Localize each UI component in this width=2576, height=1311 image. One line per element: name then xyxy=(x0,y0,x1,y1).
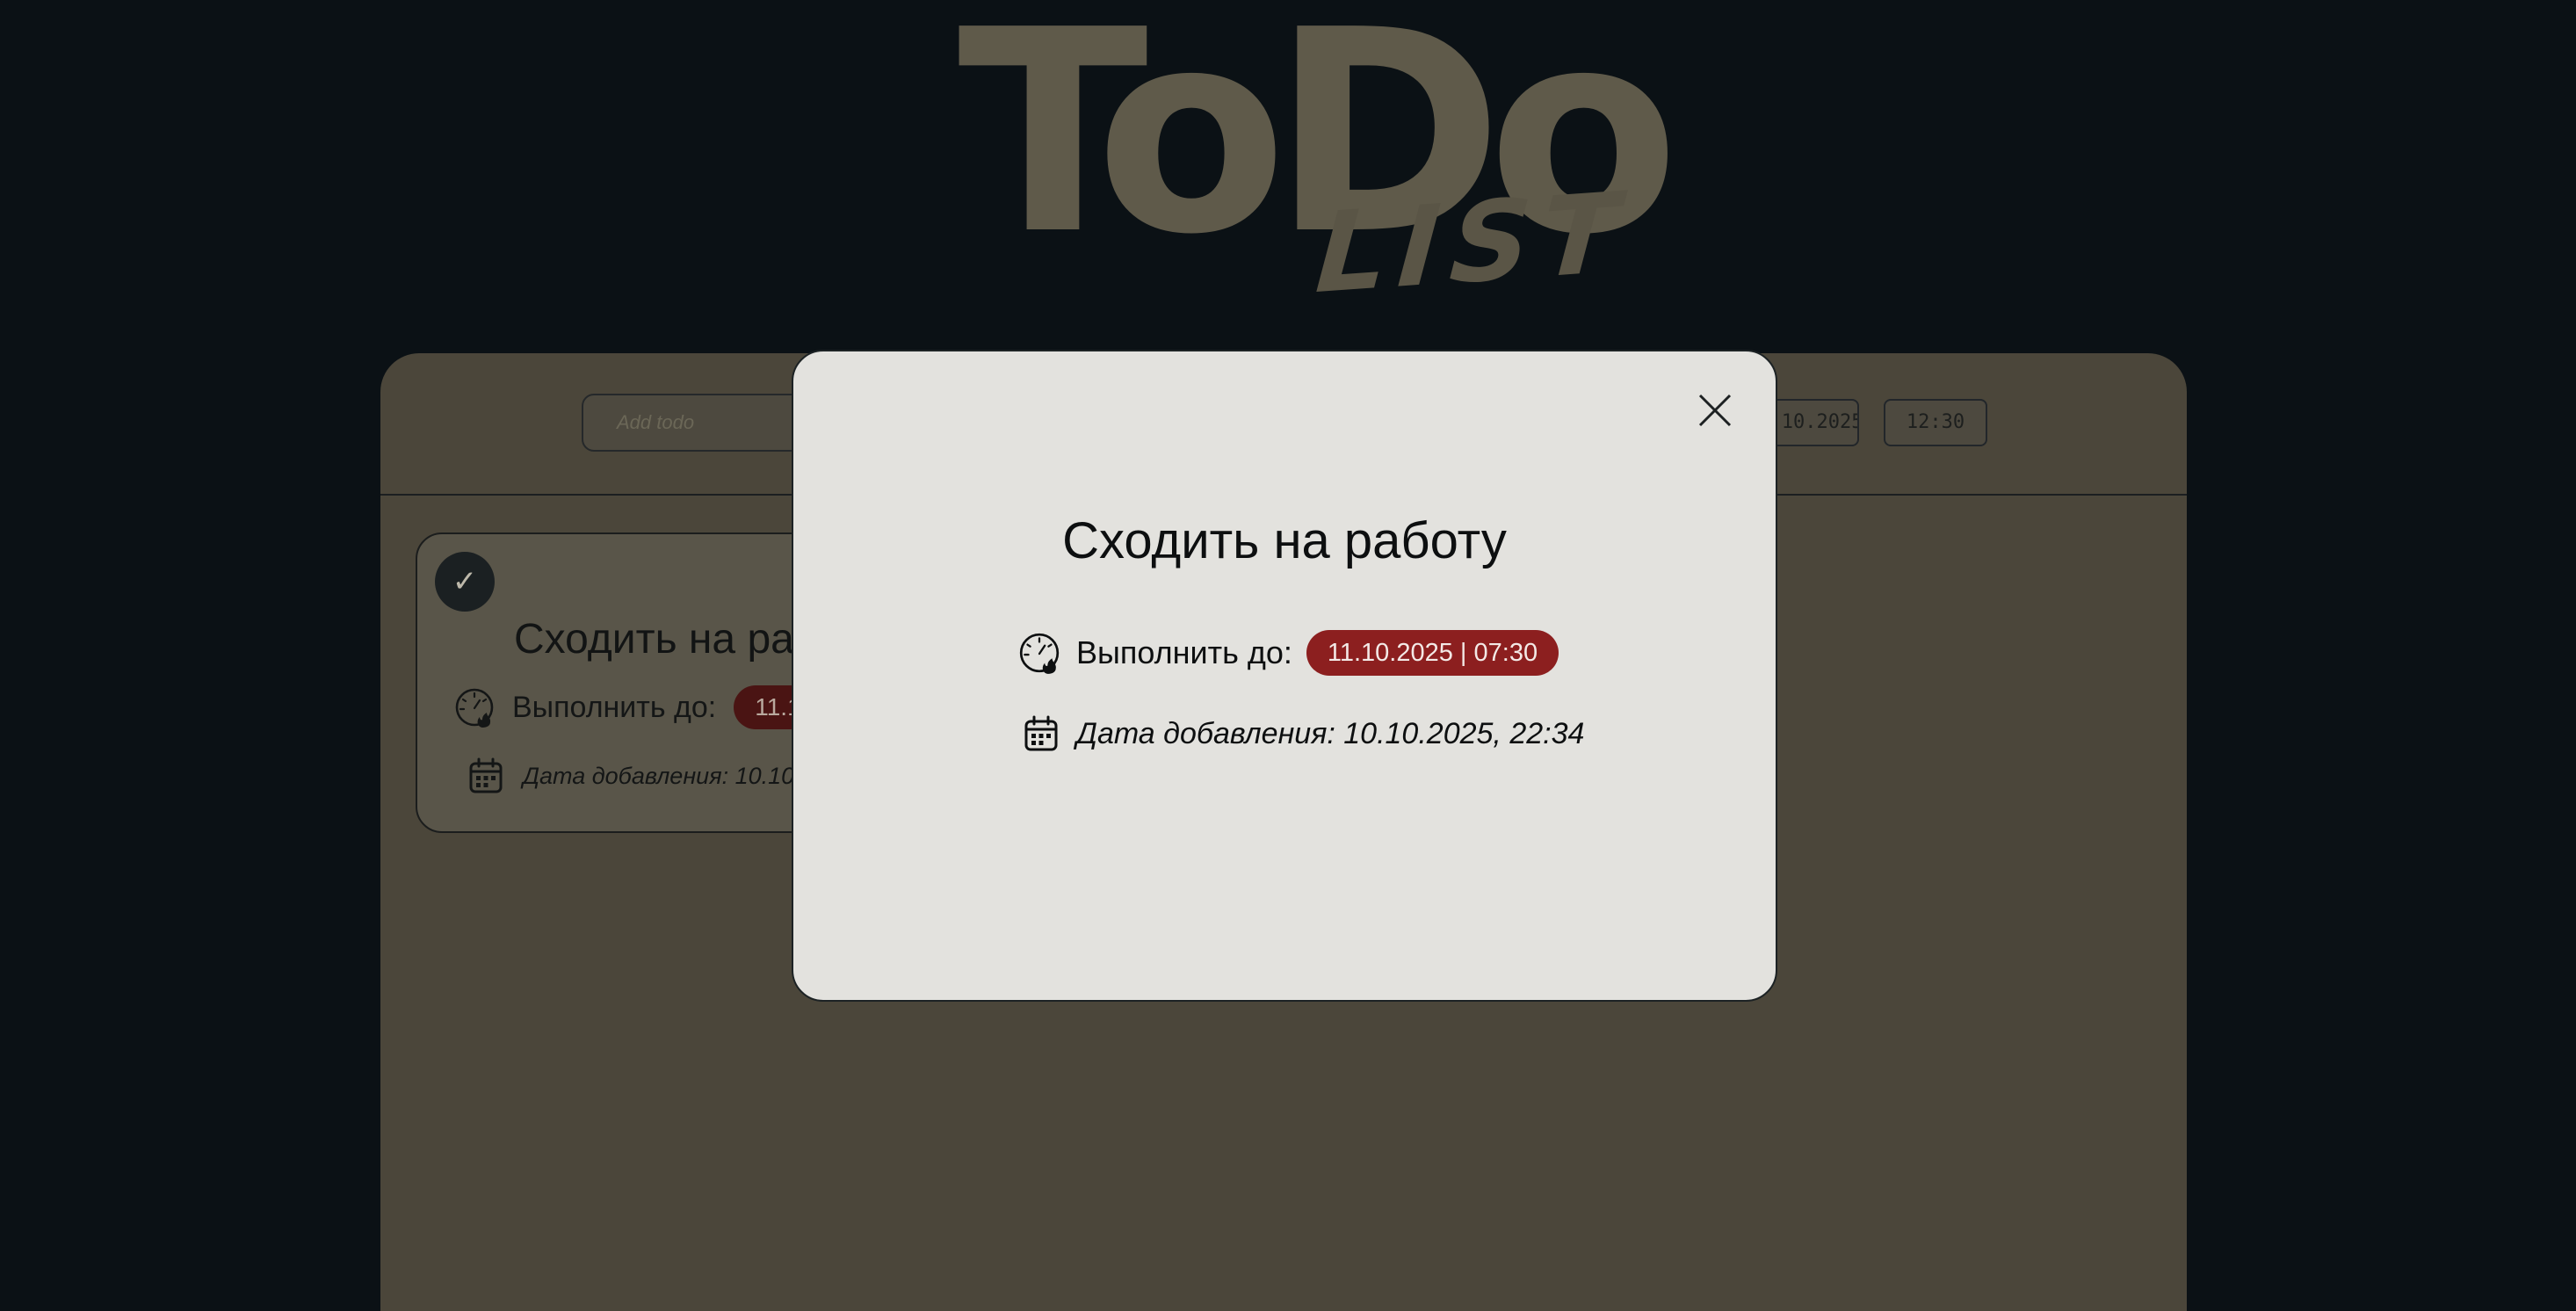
modal-added-date: Дата добавления: 10.10.2025, 22:34 xyxy=(1076,716,1585,750)
due-time-input[interactable]: 12:30 xyxy=(1884,399,1987,446)
complete-toggle-button[interactable]: ✓ xyxy=(435,552,495,612)
check-icon: ✓ xyxy=(452,564,478,599)
modal-title: Сходить на работу xyxy=(1062,512,1507,569)
modal-due-label: Выполнить до: xyxy=(1076,634,1292,670)
todo-details-modal: Сходить на работу Выполнить до: 11.10.20… xyxy=(792,350,1777,1002)
modal-due-badge: 11.10.2025 | 07:30 xyxy=(1306,630,1559,676)
close-icon xyxy=(1698,394,1732,427)
modal-added-row: Дата добавления: 10.10.2025, 22:34 xyxy=(1024,712,1584,756)
modal-due-row: Выполнить до: 11.10.2025 | 07:30 xyxy=(1017,629,1559,677)
calendar-icon xyxy=(468,757,503,794)
deadline-clock-fire-icon xyxy=(452,685,496,729)
page: ToDo LIST Add todo 10.10.2025 12:30 ✓ Сх… xyxy=(0,0,2576,1311)
deadline-clock-fire-icon xyxy=(1017,630,1062,676)
calendar-icon xyxy=(1024,715,1059,752)
logo-subtitle: LIST xyxy=(1312,167,1633,319)
close-button[interactable] xyxy=(1697,392,1733,429)
todo-due-label: Выполнить до: xyxy=(512,690,717,724)
